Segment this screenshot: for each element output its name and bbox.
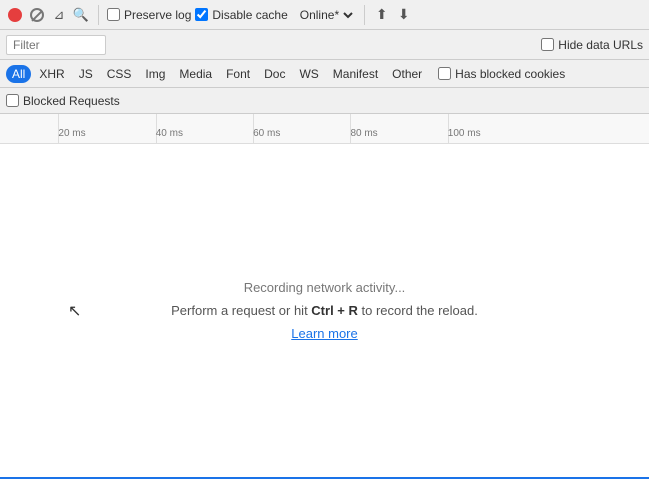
timeline-tick-100: 100 ms — [448, 128, 481, 139]
tab-all[interactable]: All — [6, 65, 31, 83]
perform-text: Perform a request or hit Ctrl + R to rec… — [171, 303, 478, 318]
disable-cache-text: Disable cache — [212, 8, 287, 22]
disable-cache-checkbox[interactable] — [195, 8, 208, 21]
online-select-wrapper: Online* — [296, 7, 356, 23]
timeline-tick-40: 40 ms — [156, 128, 183, 139]
bottom-search-input[interactable] — [4, 484, 645, 498]
tab-ws[interactable]: WS — [293, 65, 324, 83]
tab-manifest[interactable]: Manifest — [327, 65, 384, 83]
import-button[interactable]: ⬆ — [373, 6, 391, 24]
blocked-requests-label[interactable]: Blocked Requests — [6, 94, 120, 108]
export-button[interactable]: ⬇ — [395, 6, 413, 24]
tab-font[interactable]: Font — [220, 65, 256, 83]
toolbar-row2: Hide data URLs — [0, 30, 649, 60]
ban-icon — [30, 8, 44, 22]
search-button[interactable]: 🔍 — [72, 6, 90, 24]
search-icon: 🔍 — [73, 7, 89, 23]
filter-input[interactable] — [6, 35, 106, 55]
filter-tabs-row: All XHR JS CSS Img Media Font Doc WS Man… — [0, 60, 649, 88]
tab-doc[interactable]: Doc — [258, 65, 291, 83]
timeline-tick-20: 20 ms — [58, 128, 85, 139]
timeline-header: 20 ms 40 ms 60 ms 80 ms 100 ms — [0, 114, 649, 144]
tab-css[interactable]: CSS — [101, 65, 138, 83]
blocked-requests-row: Blocked Requests — [0, 88, 649, 114]
recording-text: Recording network activity... — [244, 280, 406, 295]
perform-after: to record the reload. — [358, 303, 478, 318]
hide-urls-checkbox[interactable] — [541, 38, 554, 51]
learn-more-link[interactable]: Learn more — [291, 326, 357, 341]
filter-icon: ⊿ — [54, 7, 65, 23]
timeline-tick-60: 60 ms — [253, 128, 280, 139]
has-blocked-cookies-text: Has blocked cookies — [455, 67, 565, 81]
tab-img[interactable]: Img — [139, 65, 171, 83]
throttle-select[interactable]: Online* — [296, 7, 356, 23]
hide-urls-text: Hide data URLs — [558, 38, 643, 52]
disable-cache-label[interactable]: Disable cache — [195, 8, 287, 22]
cursor-icon: ↖ — [68, 301, 81, 321]
preserve-log-label[interactable]: Preserve log — [107, 8, 191, 22]
filter-icon-button[interactable]: ⊿ — [50, 6, 68, 24]
upload-icon: ⬆ — [376, 6, 388, 23]
download-icon: ⬇ — [398, 6, 410, 23]
clear-button[interactable] — [28, 6, 46, 24]
tab-js[interactable]: JS — [73, 65, 99, 83]
ctrl-r-text: Ctrl + R — [311, 303, 358, 318]
stop-icon — [8, 8, 22, 22]
hide-urls-label[interactable]: Hide data URLs — [541, 38, 643, 52]
timeline-tick-80: 80 ms — [350, 128, 377, 139]
main-content: ↖ Recording network activity... Perform … — [0, 144, 649, 477]
bottom-bar — [0, 477, 649, 503]
tab-media[interactable]: Media — [173, 65, 218, 83]
has-blocked-cookies-label[interactable]: Has blocked cookies — [438, 67, 565, 81]
record-stop-button[interactable] — [6, 6, 24, 24]
toolbar-row1: ⊿ 🔍 Preserve log Disable cache Online* ⬆… — [0, 0, 649, 30]
tab-xhr[interactable]: XHR — [33, 65, 70, 83]
has-blocked-cookies-checkbox[interactable] — [438, 67, 451, 80]
perform-before: Perform a request or hit — [171, 303, 311, 318]
preserve-log-checkbox[interactable] — [107, 8, 120, 21]
separator2 — [364, 5, 365, 25]
preserve-log-text: Preserve log — [124, 8, 191, 22]
tab-other[interactable]: Other — [386, 65, 428, 83]
blocked-requests-text: Blocked Requests — [23, 94, 120, 108]
blocked-requests-checkbox[interactable] — [6, 94, 19, 107]
separator1 — [98, 5, 99, 25]
